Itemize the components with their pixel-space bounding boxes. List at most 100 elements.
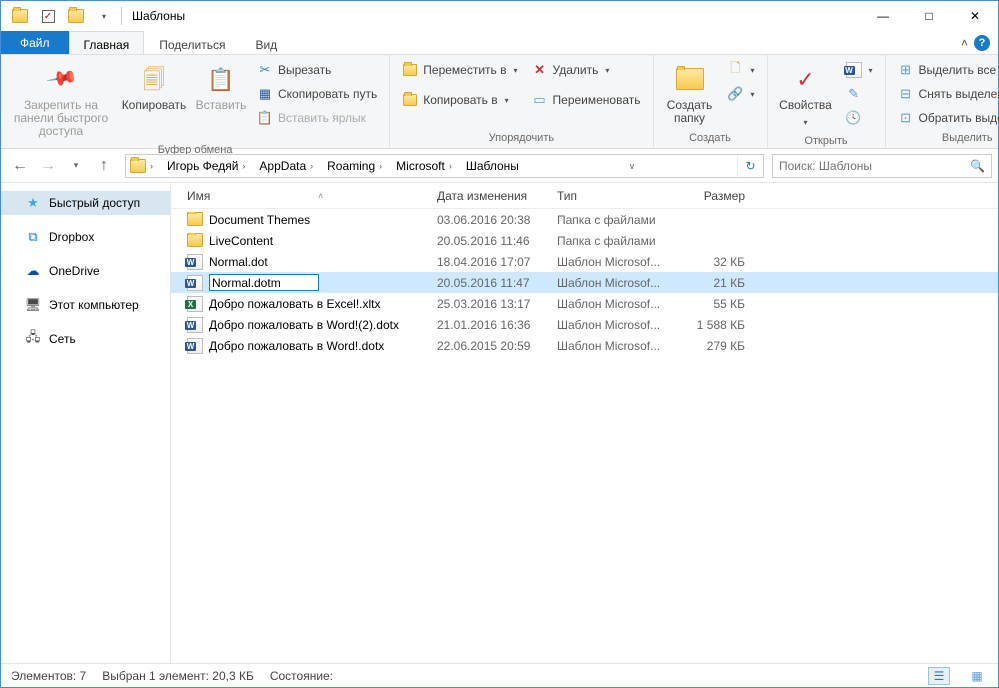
label: Снять выделение — [919, 87, 999, 101]
file-type: Шаблон Microsof... — [551, 339, 671, 353]
file-date: 03.06.2016 20:38 — [431, 213, 551, 227]
select-all-button[interactable]: ⊞Выделить все — [894, 59, 999, 81]
file-name: LiveContent — [209, 234, 273, 248]
file-name: Добро пожаловать в Excel!.xltx — [209, 297, 381, 311]
label: Свойства — [779, 99, 832, 112]
file-row[interactable]: Normal.dot18.04.2016 17:07Шаблон Microso… — [171, 251, 998, 272]
search-box[interactable]: 🔍 — [772, 154, 992, 178]
view-icons-button[interactable]: ▦ — [966, 667, 988, 685]
paste-shortcut-button[interactable]: 📋Вставить ярлык — [253, 107, 381, 129]
new-folder-button[interactable]: Создать папку — [662, 59, 718, 129]
paste-button[interactable]: 📋 Вставить — [195, 59, 247, 116]
nav-quick-access[interactable]: ★Быстрый доступ — [1, 191, 170, 215]
nav-dropbox[interactable]: ⧉Dropbox — [1, 225, 170, 249]
breadcrumb-segment[interactable]: AppData› — [251, 155, 319, 177]
recent-dropdown-button[interactable]: ▾ — [63, 153, 89, 179]
qat-dropdown-button[interactable]: ▾ — [93, 5, 115, 27]
delete-button[interactable]: ✕Удалить▾ — [528, 59, 645, 81]
nav-label: OneDrive — [49, 264, 100, 278]
tab-home[interactable]: Главная — [69, 31, 145, 54]
file-row[interactable]: LiveContent20.05.2016 11:46Папка с файла… — [171, 230, 998, 251]
file-row[interactable]: Добро пожаловать в Word!.dotx22.06.2015 … — [171, 335, 998, 356]
folder-icon — [65, 5, 87, 27]
file-type: Папка с файлами — [551, 234, 671, 248]
rename-input[interactable] — [209, 274, 319, 291]
nav-onedrive[interactable]: ☁OneDrive — [1, 259, 170, 283]
properties-button[interactable]: ✓ Свойства ▾ — [776, 59, 836, 133]
nav-label: Dropbox — [49, 230, 94, 244]
column-header-name[interactable]: Имя˄ — [181, 189, 431, 203]
excel-file-icon — [187, 296, 203, 312]
column-header-size[interactable]: Размер — [671, 189, 751, 203]
nav-label: Сеть — [49, 332, 76, 346]
easy-access-button[interactable]: 🔗▾ — [724, 83, 759, 105]
group-label: Создать — [662, 130, 759, 146]
quick-access-toolbar: ✓ ▾ — [9, 5, 122, 27]
qat-properties-button[interactable]: ✓ — [37, 5, 59, 27]
tab-share[interactable]: Поделиться — [144, 31, 240, 54]
breadcrumb-segment[interactable]: Microsoft› — [388, 155, 458, 177]
file-size: 55 КБ — [671, 297, 751, 311]
ribbon-tabs: Файл Главная Поделиться Вид ˄ ? — [1, 31, 998, 55]
label: Копировать в — [423, 93, 497, 107]
label: Закрепить на панели быстрого доступа — [11, 99, 111, 138]
file-date: 21.01.2016 16:36 — [431, 318, 551, 332]
label: Вставить ярлык — [278, 111, 366, 125]
address-bar[interactable]: › Игорь Федяй› AppData› Roaming› Microso… — [125, 154, 764, 178]
file-date: 18.04.2016 17:07 — [431, 255, 551, 269]
pin-quickaccess-button[interactable]: 📌 Закрепить на панели быстрого доступа — [9, 59, 113, 142]
tab-view[interactable]: Вид — [240, 31, 292, 54]
select-none-button[interactable]: ⊟Снять выделение — [894, 83, 999, 105]
file-type: Шаблон Microsof... — [551, 255, 671, 269]
file-row[interactable]: 20.05.2016 11:47Шаблон Microsof...21 КБ — [171, 272, 998, 293]
file-type: Шаблон Microsof... — [551, 276, 671, 290]
minimize-button[interactable]: — — [860, 1, 906, 31]
breadcrumb-segment[interactable]: Roaming› — [319, 155, 388, 177]
label: Обратить выделение — [919, 111, 999, 125]
column-header-date[interactable]: Дата изменения — [431, 189, 551, 203]
edit-button[interactable]: ✎ — [842, 83, 877, 105]
breadcrumb-label: AppData — [259, 159, 306, 173]
tab-file[interactable]: Файл — [1, 31, 69, 54]
folder-icon — [187, 212, 203, 228]
back-button[interactable]: ← — [7, 153, 33, 179]
nav-this-pc[interactable]: 🖥Этот компьютер — [1, 293, 170, 317]
search-input[interactable] — [779, 159, 970, 173]
help-button[interactable]: ? — [974, 35, 990, 51]
label: Удалить — [553, 63, 599, 77]
nav-label: Быстрый доступ — [49, 196, 140, 210]
invert-selection-button[interactable]: ⊡Обратить выделение — [894, 107, 999, 129]
file-size: 1 588 КБ — [671, 318, 751, 332]
up-button[interactable]: ↑ — [91, 153, 117, 179]
new-item-button[interactable]: 🗋▾ — [724, 59, 759, 81]
word-file-icon — [187, 275, 203, 291]
folder-icon — [9, 5, 31, 27]
search-icon[interactable]: 🔍 — [970, 159, 985, 173]
cut-button[interactable]: ✂Вырезать — [253, 59, 381, 81]
refresh-button[interactable]: ↻ — [737, 155, 763, 177]
breadcrumb-segment[interactable]: Шаблоны — [458, 155, 525, 177]
breadcrumb-segment[interactable]: Игорь Федяй› — [159, 155, 251, 177]
move-to-button[interactable]: Переместить в▾ — [398, 59, 521, 81]
file-row[interactable]: Document Themes03.06.2016 20:38Папка с ф… — [171, 209, 998, 230]
maximize-button[interactable]: □ — [906, 1, 952, 31]
copy-to-button[interactable]: Копировать в▾ — [398, 89, 521, 111]
file-type: Папка с файлами — [551, 213, 671, 227]
close-button[interactable]: ✕ — [952, 1, 998, 31]
copy-button[interactable]: 🗐 Копировать — [119, 59, 189, 116]
column-header-type[interactable]: Тип — [551, 189, 671, 203]
view-details-button[interactable]: ☰ — [928, 667, 950, 685]
group-label: Выделить — [894, 130, 999, 146]
file-row[interactable]: Добро пожаловать в Excel!.xltx25.03.2016… — [171, 293, 998, 314]
rename-button[interactable]: ▭Переименовать — [528, 89, 645, 111]
open-with-button[interactable]: ▾ — [842, 59, 877, 81]
file-row[interactable]: Добро пожаловать в Word!(2).dotx21.01.20… — [171, 314, 998, 335]
copy-path-button[interactable]: ▦Скопировать путь — [253, 83, 381, 105]
history-button[interactable]: 🕓 — [842, 107, 877, 129]
address-dropdown-button[interactable]: v — [622, 155, 641, 177]
chevron-right-icon[interactable]: › — [150, 161, 153, 171]
nav-network[interactable]: 🖧Сеть — [1, 327, 170, 351]
forward-button[interactable]: → — [35, 153, 61, 179]
word-file-icon — [187, 254, 203, 270]
collapse-ribbon-button[interactable]: ˄ — [961, 36, 968, 50]
